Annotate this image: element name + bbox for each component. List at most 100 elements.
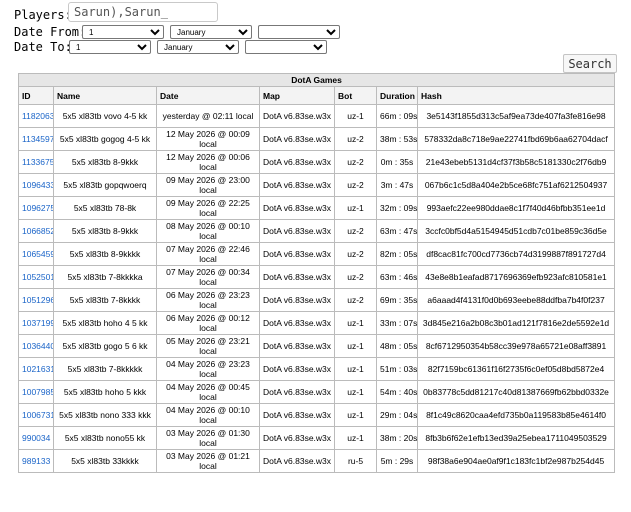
game-name-cell: 5x5 xl83tb 8-9kkk — [53, 219, 157, 243]
game-id-cell: 990034 — [18, 426, 54, 450]
game-duration-cell: 38m : 20s — [376, 426, 418, 450]
game-bot-cell: uz-2 — [334, 150, 377, 174]
date-from-month-select[interactable]: January — [170, 25, 252, 39]
game-duration-cell: 69m : 35s — [376, 288, 418, 312]
game-date-cell: 03 May 2026 @ 01:30 local — [156, 426, 260, 450]
game-bot-cell: uz-2 — [334, 219, 377, 243]
game-date-cell: 07 May 2026 @ 22:46 local — [156, 242, 260, 266]
game-duration-cell: 32m : 09s — [376, 196, 418, 220]
game-id-link[interactable]: 989133 — [22, 456, 50, 466]
game-map-cell: DotA v6.83se.w3x — [259, 403, 335, 427]
game-id-link[interactable]: 990034 — [22, 433, 50, 443]
game-date-cell: 09 May 2026 @ 22:25 local — [156, 196, 260, 220]
game-duration-cell: 63m : 47s — [376, 219, 418, 243]
game-bot-cell: uz-2 — [334, 288, 377, 312]
column-header-id: ID — [18, 86, 54, 105]
game-id-link[interactable]: 1096433 — [22, 180, 53, 190]
game-id-link[interactable]: 1037199 — [22, 318, 53, 328]
table-row: 1021631 5x5 xl83tb 7-8kkkkk 04 May 2026 @ … — [18, 357, 616, 381]
game-duration-cell: 51m : 03s — [376, 357, 418, 381]
game-id-link[interactable]: 1134597 — [22, 134, 53, 144]
game-bot-cell: uz-1 — [334, 357, 377, 381]
game-bot-cell: uz-2 — [334, 127, 377, 151]
game-id-link[interactable]: 1066852 — [22, 226, 53, 236]
table-row: 1007985 5x5 xl83tb hoho 5 kkk 04 May 2026 … — [18, 380, 616, 404]
table-row: 1051296 5x5 xl83tb 7-8kkkk 06 May 2026 @ 2… — [18, 288, 616, 312]
game-map-cell: DotA v6.83se.w3x — [259, 219, 335, 243]
game-id-cell: 1065459 — [18, 242, 54, 266]
game-name-cell: 5x5 xl83tb gogo 5 6 kk — [53, 334, 157, 358]
game-id-link[interactable]: 1065459 — [22, 249, 53, 259]
date-to-year-select[interactable] — [245, 40, 327, 54]
column-header-bot: Bot — [334, 86, 377, 105]
game-duration-cell: 48m : 05s — [376, 334, 418, 358]
date-from-label: Date From: — [14, 25, 87, 39]
game-bot-cell: uz-2 — [334, 173, 377, 197]
game-hash-cell: 82f7159bc61361f16f2735f6c0ef05d8bd5872e4 — [416, 357, 616, 381]
game-bot-cell: uz-1 — [334, 403, 377, 427]
game-date-cell: 08 May 2026 @ 00:10 local — [156, 219, 260, 243]
game-duration-cell: 54m : 40s — [376, 380, 418, 404]
game-date-cell: 12 May 2026 @ 00:09 local — [156, 127, 260, 151]
date-from-day-select[interactable]: 1 — [82, 25, 164, 39]
game-name-cell: 5x5 xl83tb 33kkkk — [53, 449, 157, 473]
date-to-label: Date To: — [14, 40, 72, 54]
table-row: 1134597 5x5 xl83tb gogog 4-5 kk 12 May 202… — [18, 127, 616, 151]
game-name-cell: 5x5 xl83tb 7-8kkkkk — [53, 357, 157, 381]
column-header-date: Date — [156, 86, 260, 105]
game-date-cell: 03 May 2026 @ 01:21 local — [156, 449, 260, 473]
game-date-cell: 05 May 2026 @ 23:21 local — [156, 334, 260, 358]
date-to-day-select[interactable]: 1 — [69, 40, 151, 54]
game-date-cell: yesterday @ 02:11 local — [156, 104, 260, 128]
games-table: DotA Games ID Name Date Map Bot Duration… — [17, 73, 616, 473]
game-id-cell: 1021631 — [18, 357, 54, 381]
game-id-cell: 1036440 — [18, 334, 54, 358]
game-id-cell: 1052501 — [18, 265, 54, 289]
game-map-cell: DotA v6.83se.w3x — [259, 265, 335, 289]
game-map-cell: DotA v6.83se.w3x — [259, 173, 335, 197]
game-hash-cell: 8f1c49c8620caa4efd735b0a119583b85e4614f0 — [416, 403, 616, 427]
game-duration-cell: 0m : 35s — [376, 150, 418, 174]
game-date-cell: 04 May 2026 @ 23:23 local — [156, 357, 260, 381]
game-id-link[interactable]: 1021631 — [22, 364, 53, 374]
game-date-cell: 06 May 2026 @ 23:23 local — [156, 288, 260, 312]
game-duration-cell: 63m : 46s — [376, 265, 418, 289]
game-map-cell: DotA v6.83se.w3x — [259, 196, 335, 220]
game-map-cell: DotA v6.83se.w3x — [259, 150, 335, 174]
game-duration-cell: 29m : 04s — [376, 403, 418, 427]
game-map-cell: DotA v6.83se.w3x — [259, 334, 335, 358]
table-row: 1133675 5x5 xl83tb 8-9kkk 12 May 2026 @ 00… — [18, 150, 616, 174]
game-date-cell: 04 May 2026 @ 00:10 local — [156, 403, 260, 427]
game-date-cell: 06 May 2026 @ 00:12 local — [156, 311, 260, 335]
game-id-link[interactable]: 1133675 — [22, 157, 53, 167]
game-map-cell: DotA v6.83se.w3x — [259, 357, 335, 381]
game-hash-cell: 3d845e216a2b08c3b01ad121f7816e2de5592e1d — [416, 311, 616, 335]
game-id-cell: 1037199 — [18, 311, 54, 335]
game-duration-cell: 3m : 47s — [376, 173, 418, 197]
game-duration-cell: 66m : 09s — [376, 104, 418, 128]
game-hash-cell: 3ccfc0bf5d4a5154945d51cdb7c01be859c36d5e — [416, 219, 616, 243]
game-name-cell: 5x5 xl83tb gopqwoerq — [53, 173, 157, 197]
game-name-cell: 5x5 xl83tb 7-8kkkka — [53, 265, 157, 289]
game-id-link[interactable]: 1007985 — [22, 387, 53, 397]
game-id-cell: 1134597 — [18, 127, 54, 151]
table-row: 1052501 5x5 xl83tb 7-8kkkka 07 May 2026 @ … — [18, 265, 616, 289]
players-input[interactable] — [68, 2, 218, 22]
search-button[interactable]: Search — [563, 54, 617, 73]
game-name-cell: 5x5 xl83tb nono 333 kkk — [53, 403, 157, 427]
game-hash-cell: 21e43ebeb5131d4cf37f3b58c5181330c2f76db9 — [416, 150, 616, 174]
game-id-link[interactable]: 1051296 — [22, 295, 53, 305]
game-id-link[interactable]: 1096275 — [22, 203, 53, 213]
table-row: 1096275 5x5 xl83tb 78-8k 09 May 2026 @ 22:… — [18, 196, 616, 220]
game-id-link[interactable]: 1182063 — [22, 111, 53, 121]
column-header-hash: Hash — [416, 86, 616, 105]
game-hash-cell: 0b83778c5dd81217c40d81387669fb62bbd0332e — [416, 380, 616, 404]
table-row: 1006731 5x5 xl83tb nono 333 kkk 04 May 202… — [18, 403, 616, 427]
game-id-link[interactable]: 1052501 — [22, 272, 53, 282]
table-row: 1066852 5x5 xl83tb 8-9kkk 08 May 2026 @ 00… — [18, 219, 616, 243]
game-id-link[interactable]: 1006731 — [22, 410, 53, 420]
game-id-link[interactable]: 1036440 — [22, 341, 53, 351]
game-bot-cell: uz-1 — [334, 380, 377, 404]
date-to-month-select[interactable]: January — [157, 40, 239, 54]
date-from-year-select[interactable] — [258, 25, 340, 39]
